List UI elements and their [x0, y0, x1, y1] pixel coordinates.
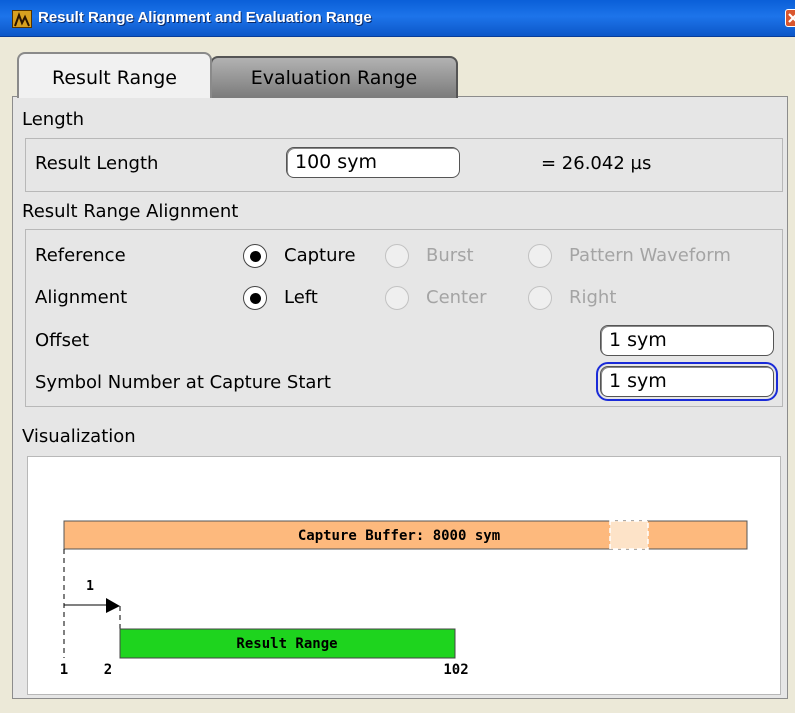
result-range-label: Result Range [236, 636, 337, 652]
length-heading: Length [22, 109, 85, 130]
reference-burst-label: Burst [426, 245, 474, 266]
offset-label: Offset [35, 330, 90, 351]
tab-result-range-label: Result Range [52, 67, 177, 89]
alignment-right-label: Right [569, 287, 617, 308]
reference-pattern-waveform-radio[interactable] [528, 244, 552, 268]
alignment-heading: Result Range Alignment [22, 201, 239, 222]
reference-label: Reference [35, 245, 126, 266]
result-length-field[interactable]: 100 sym [286, 147, 460, 178]
app-icon [12, 10, 32, 28]
tick-label-start: 1 [60, 662, 68, 678]
alignment-label: Alignment [35, 287, 128, 308]
window-title: Result Range Alignment and Evaluation Ra… [38, 9, 372, 26]
visualization-panel: Capture Buffer: 8000 sym 1 Result Range … [27, 456, 781, 695]
alignment-left-radio[interactable] [243, 286, 267, 310]
reference-burst-radio[interactable] [385, 244, 409, 268]
reference-pattern-waveform-label: Pattern Waveform [569, 245, 731, 266]
alignment-left-label: Left [284, 287, 318, 308]
alignment-center-label: Center [426, 287, 487, 308]
reference-capture-radio[interactable] [243, 244, 267, 268]
tick-label-result-start: 2 [104, 662, 112, 678]
title-bar: Result Range Alignment and Evaluation Ra… [0, 0, 795, 37]
offset-field[interactable]: 1 sym [600, 325, 774, 356]
offset-arrow-icon [106, 598, 120, 613]
symbol-number-field[interactable]: 1 sym [596, 362, 778, 401]
capture-buffer-break [609, 520, 649, 550]
tab-evaluation-range[interactable]: Evaluation Range [210, 56, 458, 98]
close-icon[interactable] [785, 9, 795, 27]
capture-buffer-label: Capture Buffer: 8000 sym [298, 528, 500, 544]
alignment-right-radio[interactable] [528, 286, 552, 310]
tab-evaluation-range-label: Evaluation Range [250, 67, 418, 89]
tab-result-range[interactable]: Result Range [17, 52, 212, 98]
alignment-center-radio[interactable] [385, 286, 409, 310]
result-length-time: = 26.042 µs [541, 153, 652, 174]
symbol-number-label: Symbol Number at Capture Start [35, 372, 331, 393]
tick-label-result-end: 102 [443, 662, 468, 678]
visualization-heading: Visualization [22, 426, 136, 447]
result-length-label: Result Length [35, 153, 159, 174]
reference-capture-label: Capture [284, 245, 356, 266]
offset-marker: 1 [86, 579, 94, 594]
